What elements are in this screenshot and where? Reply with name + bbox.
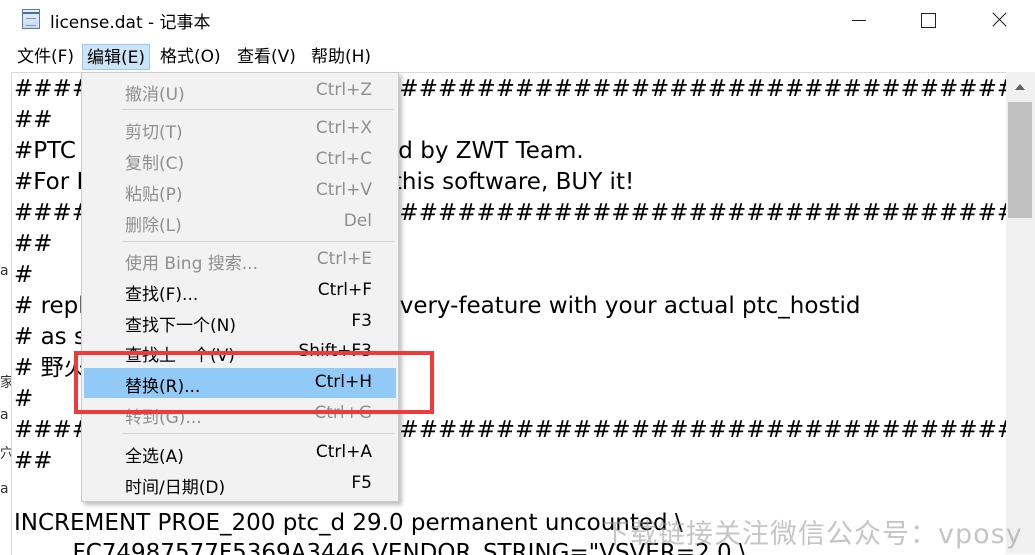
menu-item-label: 剪切(T) xyxy=(125,123,183,143)
editor-line: # xyxy=(14,262,34,288)
menu-edit[interactable]: 编辑(E) xyxy=(82,44,151,70)
editor-line: INCREMENT PROE_200 ptc_d 29.0 permanent … xyxy=(14,510,683,536)
background-text: a xyxy=(0,407,9,423)
edit-menu-dropdown: 撤消(U) Ctrl+Z 剪切(T) Ctrl+X 复制(C) Ctrl+C 粘… xyxy=(81,72,399,502)
menu-view[interactable]: 查看(V) xyxy=(233,44,300,70)
menu-item-time-date[interactable]: 时间/日期(D) F5 xyxy=(84,469,396,499)
title-bar: license.dat - 记事本 xyxy=(0,0,1035,40)
menu-format[interactable]: 格式(O) xyxy=(156,44,225,70)
annotation-highlight-box xyxy=(74,351,434,414)
minimize-button[interactable] xyxy=(822,0,892,40)
menu-item-shortcut: Ctrl+A xyxy=(315,442,372,462)
editor-line: # xyxy=(14,386,34,412)
menu-item-shortcut: Ctrl+Z xyxy=(315,80,372,100)
window-title: license.dat - 记事本 xyxy=(50,13,211,33)
menu-item-label: 撤消(U) xyxy=(125,85,185,105)
menu-file[interactable]: 文件(F) xyxy=(13,44,78,70)
menu-item-paste[interactable]: 粘贴(P) Ctrl+V xyxy=(84,176,396,206)
menu-item-shortcut: Ctrl+C xyxy=(315,149,372,169)
menu-item-label: 时间/日期(D) xyxy=(125,478,226,498)
scroll-up-arrow-icon[interactable] xyxy=(1006,72,1035,102)
menu-bar: 文件(F) 编辑(E) 格式(O) 查看(V) 帮助(H) xyxy=(0,42,1035,72)
menu-item-label: 使用 Bing 搜索... xyxy=(125,254,258,274)
menu-item-find-next[interactable]: 查找下一个(N) F3 xyxy=(84,307,396,337)
background-text: a xyxy=(0,263,9,279)
menu-item-shortcut: F3 xyxy=(351,311,372,331)
menu-item-shortcut: Ctrl+V xyxy=(315,180,372,200)
close-button[interactable] xyxy=(962,0,1032,40)
menu-item-label: 粘贴(P) xyxy=(125,185,183,205)
vertical-scrollbar[interactable] xyxy=(1006,72,1035,554)
menu-item-shortcut: Ctrl+F xyxy=(317,280,372,300)
menu-item-delete[interactable]: 删除(L) Del xyxy=(84,207,396,237)
menu-item-label: 全选(A) xyxy=(125,447,184,467)
menu-item-shortcut: Ctrl+X xyxy=(315,118,372,138)
notepad-icon xyxy=(22,9,40,29)
editor-line: ## xyxy=(14,231,53,257)
menu-item-label: 删除(L) xyxy=(125,216,182,236)
menu-separator xyxy=(122,109,394,110)
menu-item-find[interactable]: 查找(F)... Ctrl+F xyxy=(84,276,396,306)
menu-item-undo[interactable]: 撤消(U) Ctrl+Z xyxy=(84,76,396,106)
scrollbar-thumb[interactable] xyxy=(1008,102,1032,218)
menu-item-cut[interactable]: 剪切(T) Ctrl+X xyxy=(84,114,396,144)
menu-item-label: 复制(C) xyxy=(125,154,185,174)
editor-line: ## xyxy=(14,448,53,474)
menu-item-label: 查找下一个(N) xyxy=(125,316,236,336)
menu-separator xyxy=(122,433,394,434)
menu-separator xyxy=(122,241,394,242)
menu-help[interactable]: 帮助(H) xyxy=(307,44,375,70)
menu-item-label: 查找(F)... xyxy=(125,285,199,305)
menu-item-shortcut: Del xyxy=(343,211,372,231)
menu-item-bing-search[interactable]: 使用 Bing 搜索... Ctrl+E xyxy=(84,245,396,275)
menu-item-select-all[interactable]: 全选(A) Ctrl+A xyxy=(84,438,396,468)
maximize-button[interactable] xyxy=(892,0,962,40)
menu-item-shortcut: F5 xyxy=(351,473,372,493)
menu-item-copy[interactable]: 复制(C) Ctrl+C xyxy=(84,145,396,175)
editor-line: ## xyxy=(14,107,53,133)
watermark-text: 下载链接关注微信公众号：vposy xyxy=(602,519,1023,550)
background-text: a xyxy=(0,481,9,497)
menu-item-shortcut: Ctrl+E xyxy=(316,249,372,269)
